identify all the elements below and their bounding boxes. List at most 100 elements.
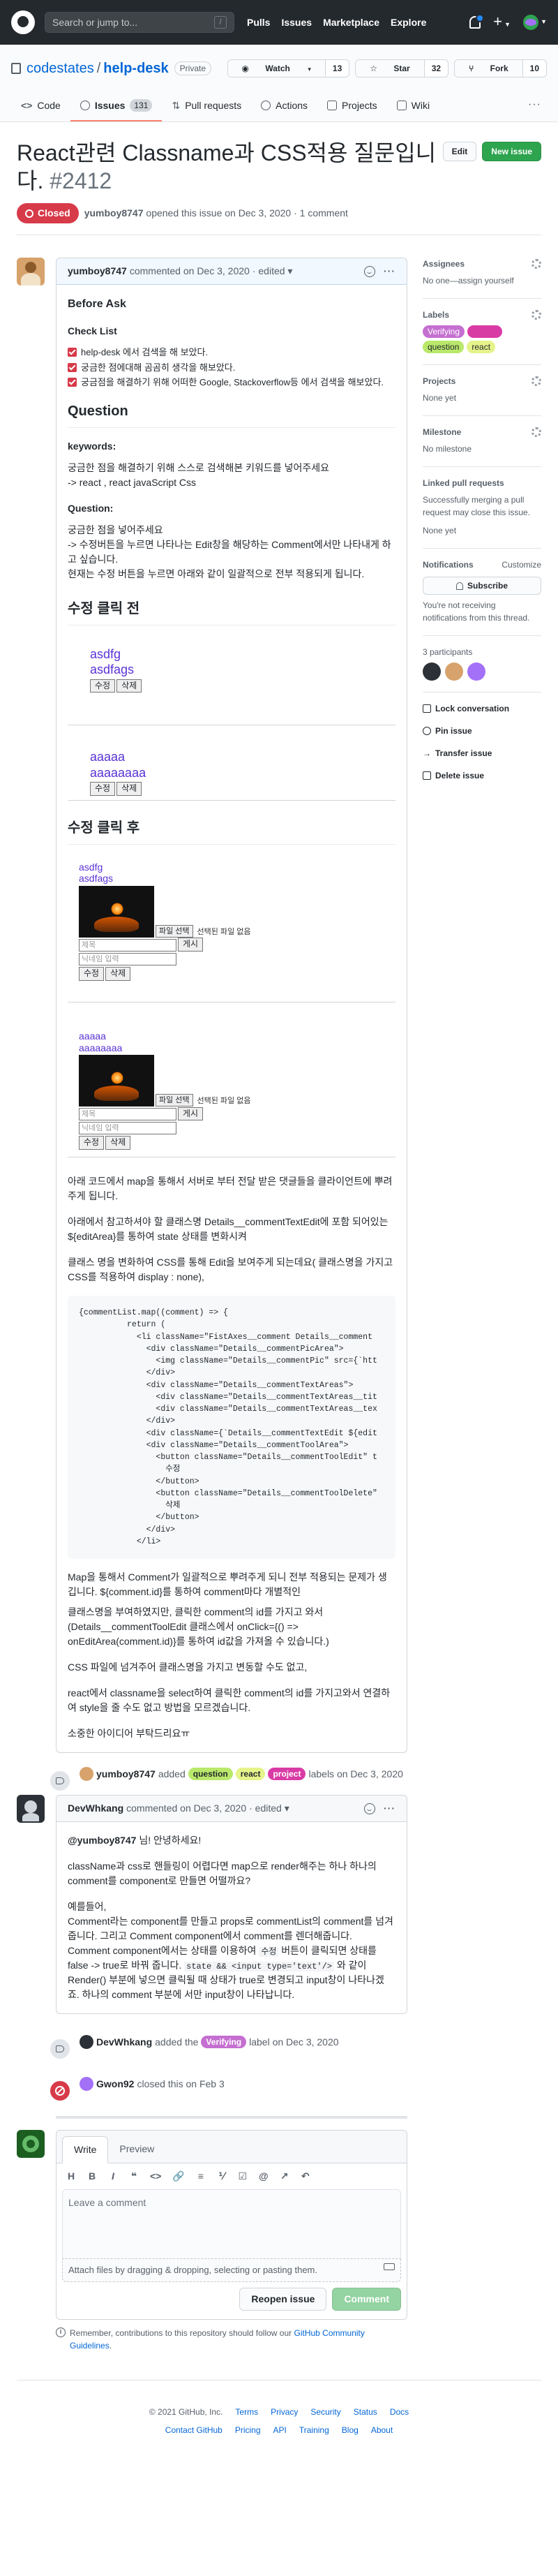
edit-title-button[interactable]: Edit xyxy=(442,142,477,161)
footer-link-terms[interactable]: Terms xyxy=(235,2406,258,2418)
avatar[interactable] xyxy=(17,2130,45,2159)
gear-icon[interactable] xyxy=(531,310,541,320)
comment-timestamp[interactable]: commented on Dec 3, 2020 xyxy=(130,264,250,279)
footer-link-pricing[interactable]: Pricing xyxy=(235,2424,261,2436)
tab-pull-requests[interactable]: ⇅ Pull requests xyxy=(162,91,251,121)
footer-link-security[interactable]: Security xyxy=(310,2406,340,2418)
quote-icon[interactable]: ❝ xyxy=(129,2169,139,2184)
label-project[interactable]: project xyxy=(268,1768,306,1781)
sidebar-title[interactable]: Assignees xyxy=(423,258,465,270)
gear-icon[interactable] xyxy=(531,376,541,386)
label-react[interactable]: react xyxy=(467,341,496,353)
heading-icon[interactable]: H xyxy=(66,2169,76,2184)
footer-link-privacy[interactable]: Privacy xyxy=(271,2406,298,2418)
fork-button[interactable]: ⑂ Fork 10 xyxy=(454,59,547,77)
tab-projects[interactable]: Projects xyxy=(317,91,387,121)
nav-explore[interactable]: Explore xyxy=(391,15,426,30)
delete-issue-button[interactable]: Delete issue xyxy=(423,769,541,782)
edited-dropdown[interactable]: · edited ▾ xyxy=(249,1801,289,1816)
search-input[interactable]: Search or jump to... / xyxy=(45,12,234,33)
footer-link-training[interactable]: Training xyxy=(299,2424,329,2436)
footer-link-blog[interactable]: Blog xyxy=(342,2424,359,2436)
avatar[interactable] xyxy=(80,2035,93,2050)
label-verifying[interactable]: Verifying xyxy=(201,2036,247,2049)
avatar[interactable] xyxy=(467,662,485,681)
footer-link-about[interactable]: About xyxy=(371,2424,393,2436)
create-new-button[interactable]: + ▼ xyxy=(493,14,511,31)
footer-link-docs[interactable]: Docs xyxy=(390,2406,409,2418)
avatar[interactable] xyxy=(17,1795,45,1823)
star-button[interactable]: ☆ Star 32 xyxy=(355,59,449,77)
reaction-smiley-icon[interactable] xyxy=(364,1803,375,1814)
footer-link-status[interactable]: Status xyxy=(354,2406,377,2418)
tab-preview[interactable]: Preview xyxy=(108,2136,165,2163)
watch-count[interactable]: 13 xyxy=(324,60,349,77)
gear-icon[interactable] xyxy=(531,259,541,269)
code-icon[interactable]: <> xyxy=(150,2169,161,2184)
label-project[interactable]: project xyxy=(467,325,503,338)
comment-author[interactable]: yumboy8747 xyxy=(68,264,127,279)
event-actor[interactable]: yumboy8747 xyxy=(96,1767,156,1782)
gear-icon[interactable] xyxy=(531,427,541,437)
nav-issues[interactable]: Issues xyxy=(281,15,312,30)
unordered-list-icon[interactable]: ≡ xyxy=(196,2169,206,2184)
label-verifying[interactable]: Verifying xyxy=(423,325,465,338)
nav-marketplace[interactable]: Marketplace xyxy=(323,15,379,30)
watch-button[interactable]: ◉ Watch ▾ 13 xyxy=(227,59,350,77)
markdown-icon[interactable] xyxy=(384,2263,395,2271)
pin-issue-button[interactable]: Pin issue xyxy=(423,725,541,737)
italic-icon[interactable]: I xyxy=(108,2169,118,2184)
mention-icon[interactable]: @ xyxy=(259,2169,269,2184)
issue-author-link[interactable]: yumboy8747 xyxy=(84,206,144,221)
repo-name-link[interactable]: help-desk xyxy=(103,61,168,76)
sidebar-title[interactable]: Milestone xyxy=(423,426,461,438)
subscribe-button[interactable]: Subscribe xyxy=(423,577,541,595)
tab-issues[interactable]: Issues 131 xyxy=(70,91,163,121)
footer-link-contact[interactable]: Contact GitHub xyxy=(165,2424,223,2436)
tab-wiki[interactable]: Wiki xyxy=(387,91,439,121)
star-count[interactable]: 32 xyxy=(423,60,448,77)
link-icon[interactable]: 🔗 xyxy=(172,2169,184,2184)
kebab-menu-icon[interactable]: ··· xyxy=(384,264,395,279)
comment-author[interactable]: DevWhkang xyxy=(68,1801,123,1816)
event-actor[interactable]: Gwon92 xyxy=(96,2077,134,2092)
transfer-issue-button[interactable]: → Transfer issue xyxy=(423,747,541,760)
avatar[interactable] xyxy=(445,662,463,681)
lock-conversation-button[interactable]: Lock conversation xyxy=(423,702,541,715)
fork-count[interactable]: 10 xyxy=(522,60,546,77)
avatar[interactable] xyxy=(80,1767,93,1782)
sidebar-title[interactable]: Labels xyxy=(423,309,449,321)
user-mention-link[interactable]: @yumboy8747 xyxy=(68,1835,136,1846)
comment-timestamp[interactable]: commented on Dec 3, 2020 xyxy=(126,1801,246,1816)
assignees-value[interactable]: No one—assign yourself xyxy=(423,274,541,287)
reopen-issue-button[interactable]: Reopen issue xyxy=(239,2287,327,2311)
footer-link-api[interactable]: API xyxy=(273,2424,287,2436)
checked-checkbox-icon[interactable] xyxy=(68,348,77,357)
edited-dropdown[interactable]: · edited ▾ xyxy=(252,264,293,279)
user-menu[interactable]: ▼ xyxy=(523,15,547,30)
kebab-menu-icon[interactable]: ··· xyxy=(384,1801,395,1816)
avatar[interactable] xyxy=(17,258,45,286)
checked-checkbox-icon[interactable] xyxy=(68,362,77,372)
tab-write[interactable]: Write xyxy=(62,2136,109,2164)
github-logo-icon[interactable] xyxy=(11,10,35,34)
attach-files-area[interactable]: Attach files by dragging & dropping, sel… xyxy=(62,2259,401,2282)
avatar[interactable] xyxy=(80,2077,93,2092)
customize-link[interactable]: Customize xyxy=(502,558,541,571)
nav-pulls[interactable]: Pulls xyxy=(247,15,270,30)
ordered-list-icon[interactable]: ⅟ xyxy=(217,2169,227,2184)
tab-actions[interactable]: Actions xyxy=(251,91,317,121)
tab-code[interactable]: <> Code xyxy=(11,91,70,121)
comment-button[interactable]: Comment xyxy=(332,2287,401,2311)
saved-reply-icon[interactable]: ↶ xyxy=(301,2169,310,2184)
notifications-bell-icon[interactable] xyxy=(469,14,485,29)
event-actor[interactable]: DevWhkang xyxy=(96,2035,152,2050)
cross-reference-icon[interactable]: ↗ xyxy=(280,2169,289,2184)
repo-owner-link[interactable]: codestates xyxy=(27,61,94,76)
avatar[interactable] xyxy=(423,662,441,681)
comment-textarea[interactable]: Leave a comment xyxy=(62,2189,401,2260)
new-issue-button[interactable]: New issue xyxy=(482,142,541,161)
label-question[interactable]: question xyxy=(188,1768,233,1781)
label-react[interactable]: react xyxy=(235,1768,266,1781)
bold-icon[interactable]: B xyxy=(87,2169,97,2184)
